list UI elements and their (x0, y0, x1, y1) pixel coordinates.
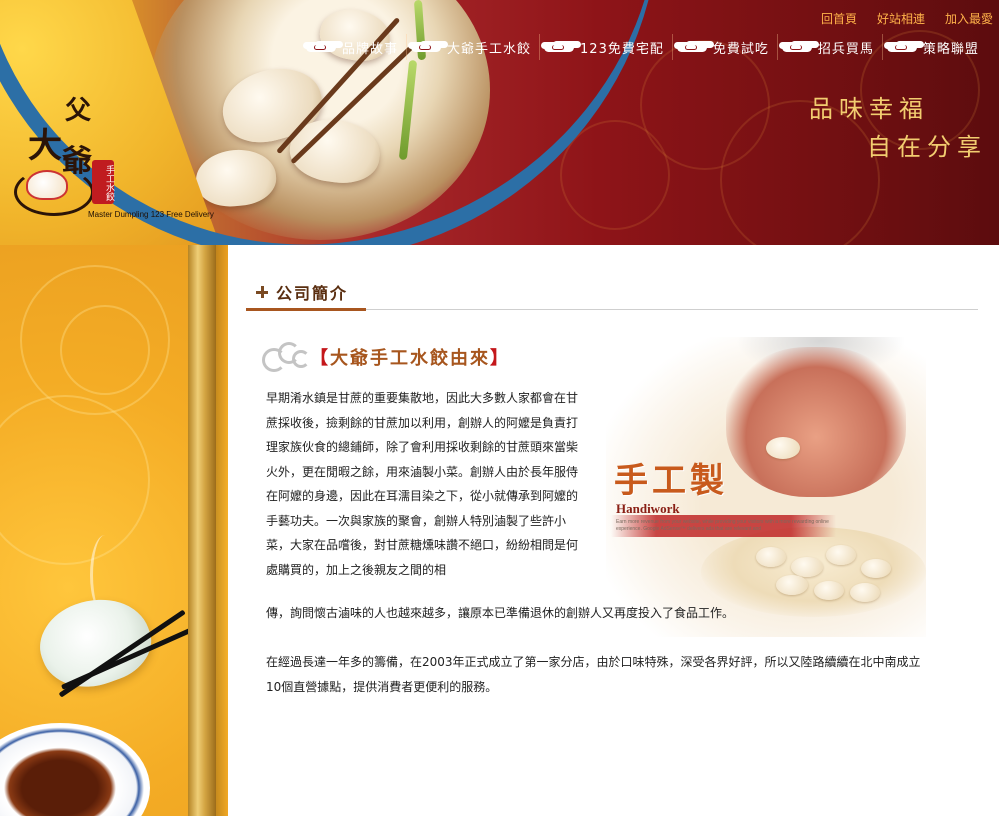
sidebar-scroll-rod (188, 245, 216, 816)
pile-dumpling (814, 581, 844, 600)
handiwork-title: 手工製 (614, 461, 728, 501)
sidebar-pattern (0, 395, 150, 565)
cloud-icon (409, 40, 443, 54)
nav-brand-story[interactable]: 品牌故事 (302, 34, 408, 60)
section-title: 公司簡介 (276, 283, 349, 303)
nav-recruitment[interactable]: 招兵買馬 (778, 34, 883, 60)
nav-label: 大爺手工水餃 (447, 41, 532, 57)
header-slogan: 品味幸福 自在分享 (809, 90, 987, 166)
nav-alliance[interactable]: 策略聯盟 (883, 34, 987, 60)
cloud-icon (675, 40, 709, 54)
pile-dumpling (861, 559, 891, 578)
brand-tagline: Master Dumpling 123 Free Delivery (88, 210, 214, 219)
logo-dumpling-icon (26, 170, 68, 200)
section-heading: 公司簡介 (246, 275, 366, 311)
handiwork-hands (726, 347, 906, 497)
slogan-line-2: 自在分享 (867, 133, 987, 161)
nav-label: 品牌故事 (342, 41, 399, 57)
site-header: 父 大 爺 手工水餃 Master Dumpling 123 Free Deli… (0, 0, 999, 245)
subheading-text: 【大爺手工水餃由來】 (310, 344, 510, 370)
pile-dumpling (850, 583, 880, 602)
cloud-icon (304, 40, 338, 54)
pile-dumpling (776, 575, 808, 595)
brand-logo[interactable]: 父 大 爺 手工水餃 Master Dumpling 123 Free Deli… (10, 88, 225, 228)
left-sidebar (0, 245, 228, 816)
pile-dumpling (756, 547, 786, 567)
nav-label: 免費試吃 (712, 41, 769, 57)
pile-dumpling (826, 545, 856, 565)
handiwork-image: 手工製 Handiwork Earn more revenue from you… (606, 337, 926, 637)
handiwork-english: Handiwork (616, 501, 680, 516)
bracket-close: 】 (490, 348, 510, 369)
nav-label: 策略聯盟 (922, 41, 979, 57)
pile-dumpling (791, 557, 823, 577)
main-nav: 品牌故事 大爺手工水餃 123免費宅配 免費試吃 招兵買馬 策略聯盟 (302, 34, 987, 60)
sidebar-pattern (60, 305, 150, 395)
article-subheading: 【大爺手工水餃由來】 (258, 340, 510, 374)
cross-ornament-icon (256, 285, 268, 298)
held-dumpling (766, 437, 800, 459)
slogan-line-1: 品味幸福 (809, 95, 929, 123)
cloud-icon (780, 40, 814, 54)
paragraph-continued: 傳，詢問懷古滷味的人也越來越多，讓原本已準備退休的創辦人又再度投入了食品工作。 (266, 606, 735, 620)
nav-dumplings[interactable]: 大爺手工水餃 (407, 34, 541, 60)
logo-char: 父 (65, 96, 92, 126)
logo-char: 大 (28, 126, 62, 166)
nav-label: 招兵買馬 (817, 41, 874, 57)
home-link[interactable]: 回首頁 (821, 10, 857, 27)
sidebar-scroll-shadow (216, 245, 228, 816)
cloud-icon (885, 40, 919, 54)
nav-free-delivery[interactable]: 123免費宅配 (540, 34, 673, 60)
top-links: 回首頁 好站相連 加入最愛 (821, 10, 993, 27)
cloud-swirl-icon (258, 340, 318, 374)
handiwork-fineprint: Earn more revenue from your website, whi… (616, 519, 829, 532)
paragraph-origin: 早期淆水鎮是甘蔗的重要集散地，因此大多數人家都會在甘蔗採收後，撿剩餘的甘蔗加以利… (266, 391, 579, 577)
subheading-title: 大爺手工水餃由來 (330, 348, 490, 369)
section-divider (366, 309, 978, 310)
cloud-icon (542, 40, 576, 54)
partner-sites-link[interactable]: 好站相連 (877, 10, 925, 27)
main-content: 公司簡介 【大爺手工水餃由來】 早期淆水鎮是甘蔗的重要集散地，因此大多數人家都會… (228, 245, 999, 816)
add-favorite-link[interactable]: 加入最愛 (945, 10, 993, 27)
paragraph-branches: 在經過長達一年多的籌備，在2003年正式成立了第一家分店，由於口味特殊，深受各界… (266, 655, 921, 694)
nav-free-tasting[interactable]: 免費試吃 (673, 34, 778, 60)
sidebar-sauce-dish (0, 723, 150, 816)
logo-stamp: 手工水餃 (92, 160, 114, 204)
nav-label: 123免費宅配 (580, 41, 664, 57)
